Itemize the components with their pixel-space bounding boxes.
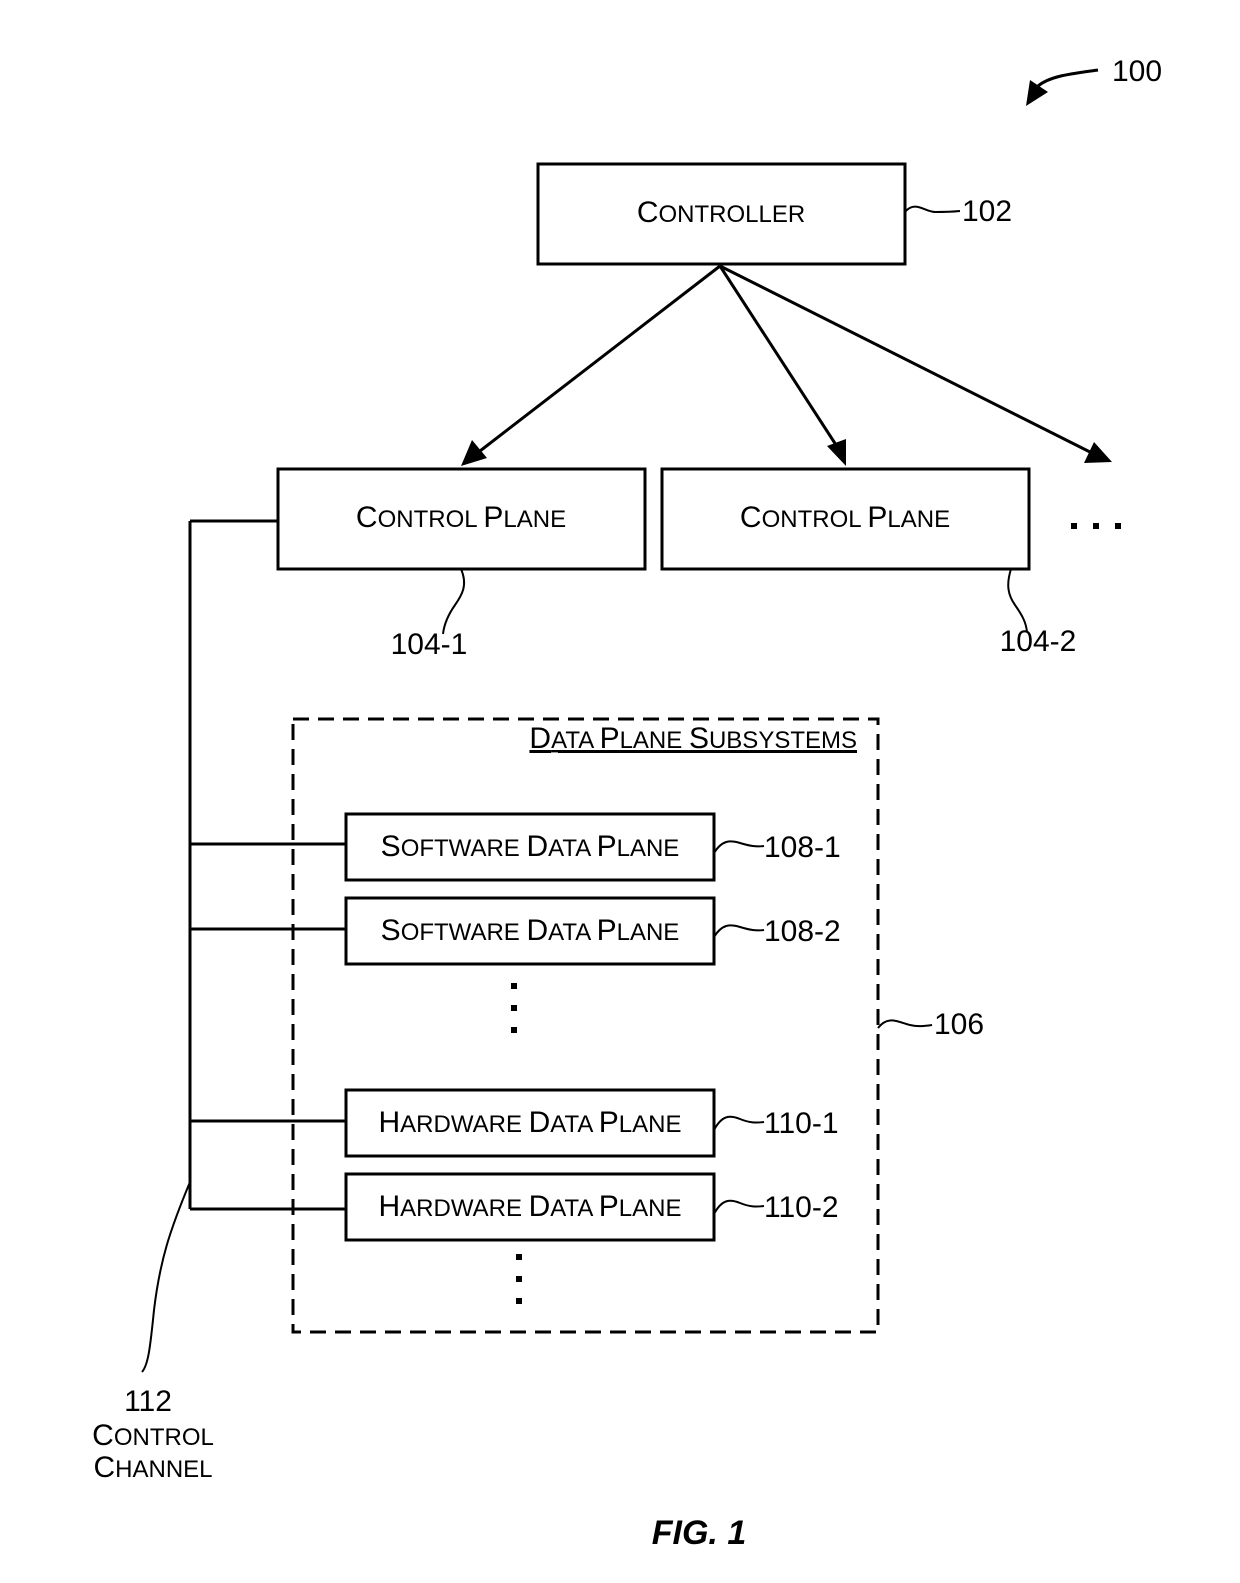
data-plane-subsystems-title: DATA PLANE SUBSYSTEMS [529, 722, 857, 755]
controller-ref-label: 102 [962, 195, 1012, 228]
data-plane-group-ref-label: 106 [934, 1008, 984, 1041]
software-data-plane-ref-leader-1 [713, 840, 765, 854]
control-plane-ref-leader-2 [1007, 568, 1028, 633]
hardware-data-plane-ref-label-1: 110-1 [764, 1107, 839, 1140]
control-channel-label-line2: CHANNEL [93, 1451, 212, 1484]
controller-arrow-to-more [719, 264, 1112, 463]
controller-arrow-to-cp1 [461, 264, 721, 466]
software-data-plane-ref-leader-2 [713, 924, 765, 938]
more-hardware-data-planes-ellipsis [516, 1254, 522, 1304]
hardware-data-plane-ref-label-2: 110-2 [764, 1191, 839, 1224]
system-diagram: 100 CONTROLLER 102 CONTROL PLANE 104-1 C… [92, 55, 1162, 1552]
data-plane-group-ref-leader [877, 1019, 933, 1029]
system-ref-arrow [1026, 68, 1099, 106]
hardware-data-plane-ref-leader-2 [713, 1199, 765, 1215]
software-data-plane-label-2: SOFTWARE DATA PLANE [381, 914, 680, 947]
system-ref-label: 100 [1112, 55, 1162, 88]
controller-label: CONTROLLER [637, 196, 805, 229]
software-data-plane-ref-label-1: 108-1 [764, 831, 841, 864]
control-plane-ref-leader-1 [442, 568, 466, 635]
control-plane-label-1: CONTROL PLANE [356, 501, 566, 534]
software-data-plane-label-1: SOFTWARE DATA PLANE [381, 830, 680, 863]
control-channel-ref-label: 112 [124, 1385, 172, 1418]
control-channel-ref-leader [141, 1181, 191, 1373]
software-data-plane-ref-label-2: 108-2 [764, 915, 841, 948]
hardware-data-plane-ref-leader-1 [713, 1115, 765, 1131]
control-plane-ref-label-1: 104-1 [391, 628, 468, 661]
more-control-planes-ellipsis [1071, 523, 1121, 529]
controller-ref-leader [904, 205, 961, 214]
hardware-data-plane-label-1: HARDWARE DATA PLANE [379, 1106, 682, 1139]
more-software-data-planes-ellipsis [511, 983, 517, 1033]
control-plane-ref-label-2: 104-2 [1000, 625, 1077, 658]
hardware-data-plane-label-2: HARDWARE DATA PLANE [379, 1190, 682, 1223]
control-channel-label-line1: CONTROL [92, 1419, 214, 1452]
control-plane-label-2: CONTROL PLANE [740, 501, 950, 534]
figure-label: FIG. 1 [652, 1514, 746, 1552]
